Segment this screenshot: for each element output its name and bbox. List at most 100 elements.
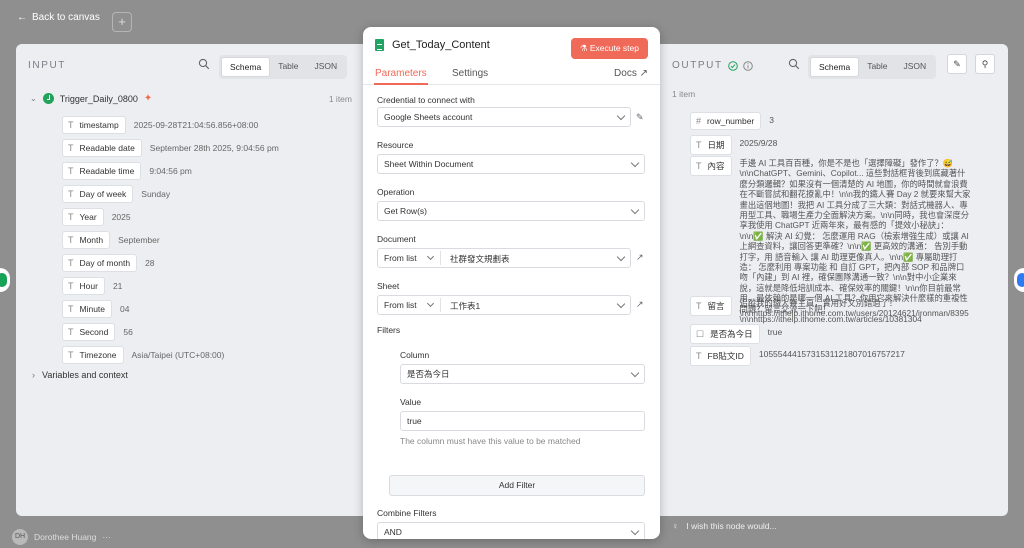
tab-settings[interactable]: Settings <box>452 68 488 79</box>
sheet-mode[interactable]: From list <box>384 300 417 310</box>
field-value: 21 <box>112 281 123 291</box>
filters-label: Filters <box>377 325 401 335</box>
field-key-pill[interactable]: T 日期 <box>690 135 732 155</box>
output-field-row[interactable]: T FB貼文ID 1055544415731531121807016757217 <box>690 346 905 366</box>
avatar: DH <box>12 529 28 545</box>
chevron-down-icon <box>426 299 435 308</box>
field-key: Year <box>79 212 97 222</box>
search-icon[interactable] <box>788 58 800 70</box>
output-field-row[interactable]: # row_number 3 <box>690 112 774 130</box>
sheet-value: 工作表1 <box>450 301 481 311</box>
field-key-pill[interactable]: ☐ 是否為今日 <box>690 324 760 344</box>
variables-context-toggle[interactable]: › Variables and context <box>32 370 128 380</box>
pin-output-button[interactable]: ⚲ <box>975 54 995 74</box>
input-field-row[interactable]: T Readable date September 28th 2025, 9:04… <box>62 139 279 157</box>
input-panel-title: INPUT <box>28 60 66 71</box>
input-view-schema[interactable]: Schema <box>221 57 271 77</box>
field-key-pill[interactable]: T FB貼文ID <box>690 346 751 366</box>
arrow-left-icon: ← <box>17 12 27 23</box>
input-view-table[interactable]: Table <box>270 57 306 77</box>
trigger-node-name: Trigger_Daily_0800 <box>59 93 138 104</box>
add-filter-button[interactable]: Add Filter <box>389 475 645 496</box>
document-mode[interactable]: From list <box>384 253 417 263</box>
input-field-row[interactable]: T Month September <box>62 231 160 249</box>
input-field-row[interactable]: T Hour 21 <box>62 277 122 295</box>
field-value: 2025 <box>111 212 131 222</box>
column-select[interactable]: 是否為今日 <box>400 364 645 384</box>
field-key-pill[interactable]: T Day of month <box>62 254 138 272</box>
field-key: Day of month <box>79 258 131 268</box>
input-field-row[interactable]: T Readable time 9:04:56 pm <box>62 162 192 180</box>
field-key: FB貼文ID <box>707 351 744 361</box>
field-key-pill[interactable]: T Month <box>62 231 111 249</box>
input-field-row[interactable]: T Day of week Sunday <box>62 185 170 203</box>
output-view-json[interactable]: JSON <box>896 57 935 77</box>
field-key-pill[interactable]: T Hour <box>62 277 105 295</box>
field-key-pill[interactable]: # row_number <box>690 112 762 130</box>
input-field-row[interactable]: T Year 2025 <box>62 208 131 226</box>
sheet-label: Sheet <box>377 281 400 291</box>
divider <box>440 298 441 312</box>
credential-select[interactable]: Google Sheets account <box>377 107 631 127</box>
text-type-icon: T <box>696 301 702 311</box>
next-node-handle[interactable] <box>1014 268 1024 292</box>
field-key-pill[interactable]: T 內容 <box>690 156 732 176</box>
node-title[interactable]: Get_Today_Content <box>392 39 490 51</box>
more-options-icon[interactable]: ··· <box>102 532 111 542</box>
field-key: row_number <box>707 116 755 126</box>
output-field-row[interactable]: T 留言 追蹤我的鐵人賽主頁，實用好文別錯過了！\n\nhttps://ithel… <box>690 296 972 319</box>
field-value: Sunday <box>141 189 171 199</box>
input-field-row[interactable]: T Day of month 28 <box>62 254 155 272</box>
field-key-pill[interactable]: T Second <box>62 323 116 341</box>
input-field-row[interactable]: T Second 56 <box>62 323 133 341</box>
field-key-pill[interactable]: Ttimestamp <box>62 116 126 134</box>
field-key: 留言 <box>707 301 725 311</box>
text-type-icon: T <box>68 304 74 314</box>
output-field-row[interactable]: T 日期 2025/9/28 <box>690 135 777 155</box>
output-view-schema[interactable]: Schema <box>810 57 860 77</box>
external-link-icon[interactable]: ↗ <box>636 252 646 262</box>
tab-parameters[interactable]: Parameters <box>374 68 428 85</box>
output-view-table[interactable]: Table <box>859 57 895 77</box>
field-value: 28 <box>145 258 155 268</box>
field-key-pill[interactable]: T Timezone <box>62 346 124 364</box>
pencil-icon: ✎ <box>953 59 961 69</box>
field-key-pill[interactable]: T Day of week <box>62 185 134 203</box>
field-key-pill[interactable]: T Minute <box>62 300 113 318</box>
field-key-pill[interactable]: T Readable date <box>62 139 142 157</box>
value-input[interactable]: true <box>400 411 645 431</box>
search-icon[interactable] <box>198 58 210 70</box>
feedback-prompt[interactable]: ♀ I wish this node would... <box>672 521 777 531</box>
field-key-pill[interactable]: T 留言 <box>690 296 732 316</box>
docs-link[interactable]: Docs ↗ <box>614 68 648 79</box>
field-key: Minute <box>79 304 106 314</box>
input-field-row[interactable]: T Timezone Asia/Taipei (UTC+08:00) <box>62 346 224 364</box>
document-value: 社群發文規劃表 <box>450 254 510 264</box>
pin-icon: ⚲ <box>981 59 989 69</box>
credential-value: Google Sheets account <box>384 112 473 122</box>
add-node-button[interactable]: + <box>112 12 132 32</box>
combine-filters-select[interactable]: AND <box>377 522 645 539</box>
execute-step-button[interactable]: ⚗ Execute step <box>570 38 648 59</box>
operation-select[interactable]: Get Row(s) <box>377 201 645 221</box>
user-name: Dorothee Huang <box>34 532 97 542</box>
external-link-icon[interactable]: ↗ <box>636 299 646 309</box>
field-key-pill[interactable]: T Readable time <box>62 162 142 180</box>
pencil-icon[interactable]: ✎ <box>636 112 646 122</box>
output-panel: OUTPUT Schema Table JSON ✎ ⚲ 1 item # row… <box>660 44 1008 516</box>
user-profile[interactable]: DH Dorothee Huang ··· <box>12 529 111 545</box>
field-key: Readable date <box>79 143 135 153</box>
input-view-json[interactable]: JSON <box>307 57 346 77</box>
field-key-pill[interactable]: T Year <box>62 208 104 226</box>
document-select[interactable]: From list 社群發文規劃表 <box>377 248 631 268</box>
trigger-node-row[interactable]: ⌄ Trigger_Daily_0800 ✦ 1 item <box>30 93 352 104</box>
input-field-row[interactable]: T Minute 04 <box>62 300 129 318</box>
sheet-select[interactable]: From list 工作表1 <box>377 295 631 315</box>
input-field-row[interactable]: Ttimestamp 2025-09-28T21:04:56.856+08:00 <box>62 116 258 134</box>
output-field-row[interactable]: ☐ 是否為今日 true <box>690 324 782 344</box>
clock-icon <box>42 93 54 104</box>
back-to-canvas-link[interactable]: ← Back to canvas <box>17 12 100 23</box>
resource-select[interactable]: Sheet Within Document <box>377 154 645 174</box>
info-icon[interactable] <box>742 60 753 71</box>
edit-output-button[interactable]: ✎ <box>947 54 967 74</box>
